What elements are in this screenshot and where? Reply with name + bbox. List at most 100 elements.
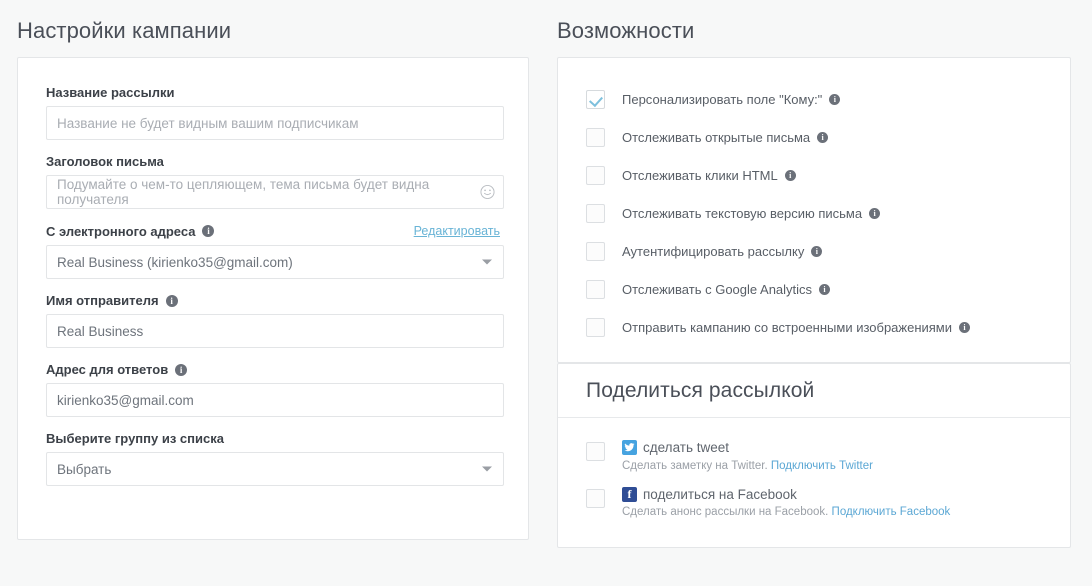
form-field: Имя отправителя i Real Business <box>46 294 504 348</box>
select-field[interactable]: Real Business (kirienko35@gmail.com) <box>46 245 504 279</box>
option-label: Персонализировать поле "Кому:" i <box>622 91 841 107</box>
field-label: Имя отправителя i <box>46 294 178 307</box>
info-icon[interactable]: i <box>784 169 796 181</box>
info-icon[interactable]: i <box>869 207 881 219</box>
checkbox-unchecked[interactable] <box>586 488 605 508</box>
info-icon[interactable]: i <box>165 294 178 307</box>
connect-link[interactable]: Подключить Twitter <box>771 460 873 472</box>
field-label-row: Название рассылки <box>46 86 500 99</box>
field-label: Выберите группу из списка <box>46 432 224 445</box>
option-label: Аутентифицировать рассылку i <box>622 243 823 259</box>
checkbox-unchecked[interactable] <box>586 442 605 461</box>
field-label-row: Адрес для ответов i <box>46 363 500 376</box>
field-label: Адрес для ответов i <box>46 362 188 377</box>
option-label-text: Отслеживать текстовую версию письма <box>622 205 863 221</box>
checkbox-checked[interactable] <box>586 89 605 109</box>
field-label-text: Выберите группу из списка <box>46 431 224 446</box>
text-input-field[interactable]: Real Business <box>46 314 504 348</box>
checkbox-unchecked[interactable] <box>586 279 605 299</box>
campaign-settings-form: Название рассылки Название не будет видны… <box>18 58 528 486</box>
options-card: Персонализировать поле "Кому:" i Отслежива… <box>557 57 1071 363</box>
option-label: Отслеживать с Google Analytics i <box>622 281 831 297</box>
share-row[interactable]: f поделиться на Facebook Сделать анонс рас… <box>558 487 1070 520</box>
field-placeholder: Подумайте о чем-то цепляющем, тема письм… <box>57 177 430 207</box>
option-row[interactable]: Отслеживать клики HTML i <box>558 156 1070 194</box>
field-value: Real Business <box>57 323 144 339</box>
field-label-row: Заголовок письма <box>46 155 500 168</box>
option-label-text: Отслеживать клики HTML <box>622 167 778 183</box>
option-row[interactable]: Персонализировать поле "Кому:" i <box>558 80 1070 118</box>
field-label: С электронного адреса i <box>46 225 215 238</box>
field-value: Выбрать <box>57 461 112 477</box>
info-icon[interactable]: i <box>819 283 831 295</box>
option-row[interactable]: Отслеживать текстовую версию письма i <box>558 194 1070 232</box>
field-value: kirienko35@gmail.com <box>57 392 194 408</box>
field-label-text: Название рассылки <box>46 85 175 100</box>
share-card: Поделиться рассылкой сделать tweet Сделат… <box>557 363 1071 548</box>
option-label-text: Персонализировать поле "Кому:" <box>622 91 823 107</box>
option-label: Отправить кампанию со встроенными изобра… <box>622 319 971 335</box>
option-row[interactable]: Отслеживать открытые письма i <box>558 118 1070 156</box>
info-icon[interactable]: i <box>202 225 215 237</box>
option-label-text: Отправить кампанию со встроенными изобра… <box>622 319 953 335</box>
smiley-icon[interactable] <box>480 184 495 200</box>
checkbox-unchecked[interactable] <box>586 165 605 185</box>
option-row[interactable]: Отслеживать с Google Analytics i <box>558 270 1070 308</box>
share-title-row: сделать tweet <box>622 440 873 456</box>
option-label-text: Аутентифицировать рассылку <box>622 243 805 259</box>
options-title: Возможности <box>557 18 695 43</box>
option-row[interactable]: Аутентифицировать рассылку i <box>558 232 1070 270</box>
options-list: Персонализировать поле "Кому:" i Отслежива… <box>558 58 1070 346</box>
field-label: Заголовок письма <box>46 155 164 168</box>
option-label: Отслеживать клики HTML i <box>622 169 796 182</box>
share-texts: сделать tweet Сделать заметку на Twitter.… <box>622 440 873 473</box>
field-label-text: Адрес для ответов <box>46 362 169 377</box>
checkbox-unchecked[interactable] <box>586 241 605 261</box>
checkbox-unchecked[interactable] <box>586 127 605 147</box>
info-icon[interactable]: i <box>829 93 841 105</box>
info-icon[interactable]: i <box>959 321 971 333</box>
text-input-field[interactable]: Название не будет видным вашим подписчик… <box>46 106 504 140</box>
chevron-down-icon[interactable] <box>482 259 492 265</box>
share-texts: f поделиться на Facebook Сделать анонс рас… <box>622 487 950 520</box>
checkbox-unchecked[interactable] <box>586 203 605 223</box>
share-row[interactable]: сделать tweet Сделать заметку на Twitter.… <box>558 440 1070 473</box>
field-value: Real Business (kirienko35@gmail.com) <box>57 254 293 270</box>
field-label-row: Выберите группу из списка <box>46 432 500 445</box>
campaign-settings-card: Название рассылки Название не будет видны… <box>17 57 529 540</box>
share-title-row: f поделиться на Facebook <box>622 487 950 503</box>
form-field: С электронного адреса i Редактировать Real … <box>46 224 504 279</box>
share-subtitle-text: Сделать анонс рассылки на Facebook. <box>622 506 829 519</box>
option-label: Отслеживать текстовую версию письма i <box>622 205 881 221</box>
twitter-icon <box>622 440 637 456</box>
field-placeholder: Название не будет видным вашим подписчик… <box>57 115 359 131</box>
share-item-subtitle: Сделать анонс рассылки на Facebook. Подк… <box>622 506 950 519</box>
field-label-text: Имя отправителя <box>46 293 159 308</box>
share-header: Поделиться рассылкой <box>558 364 1070 418</box>
share-item-title: поделиться на Facebook <box>643 486 797 502</box>
select-field[interactable]: Выбрать <box>46 452 504 486</box>
share-title: Поделиться рассылкой <box>586 379 815 402</box>
checkbox-unchecked[interactable] <box>586 317 605 337</box>
edit-from-address-link[interactable]: Редактировать <box>414 224 500 238</box>
text-input-field[interactable]: kirienko35@gmail.com <box>46 383 504 417</box>
connect-link[interactable]: Подключить Facebook <box>832 506 951 518</box>
chevron-down-icon[interactable] <box>482 466 492 472</box>
form-field: Выберите группу из списка Выбрать <box>46 432 504 486</box>
info-icon[interactable]: i <box>817 131 829 143</box>
field-label-text: Заголовок письма <box>46 154 164 169</box>
info-icon[interactable]: i <box>811 245 823 257</box>
option-label-text: Отслеживать с Google Analytics <box>622 281 813 297</box>
campaign-settings-page: Настройки кампании Название рассылки Назв… <box>0 0 1092 586</box>
facebook-icon: f <box>622 486 637 502</box>
text-input-field[interactable]: Подумайте о чем-то цепляющем, тема письм… <box>46 175 504 209</box>
option-row[interactable]: Отправить кампанию со встроенными изобра… <box>558 308 1070 346</box>
option-label-text: Отслеживать открытые письма <box>622 129 811 145</box>
form-field: Название рассылки Название не будет видны… <box>46 86 504 140</box>
share-subtitle-text: Сделать заметку на Twitter. <box>622 459 768 472</box>
info-icon[interactable]: i <box>175 363 188 376</box>
field-label-row: Имя отправителя i <box>46 294 500 307</box>
field-label-row: С электронного адреса i Редактировать <box>46 224 500 238</box>
share-item-title: сделать tweet <box>643 440 730 455</box>
page-title: Настройки кампании <box>17 18 232 43</box>
